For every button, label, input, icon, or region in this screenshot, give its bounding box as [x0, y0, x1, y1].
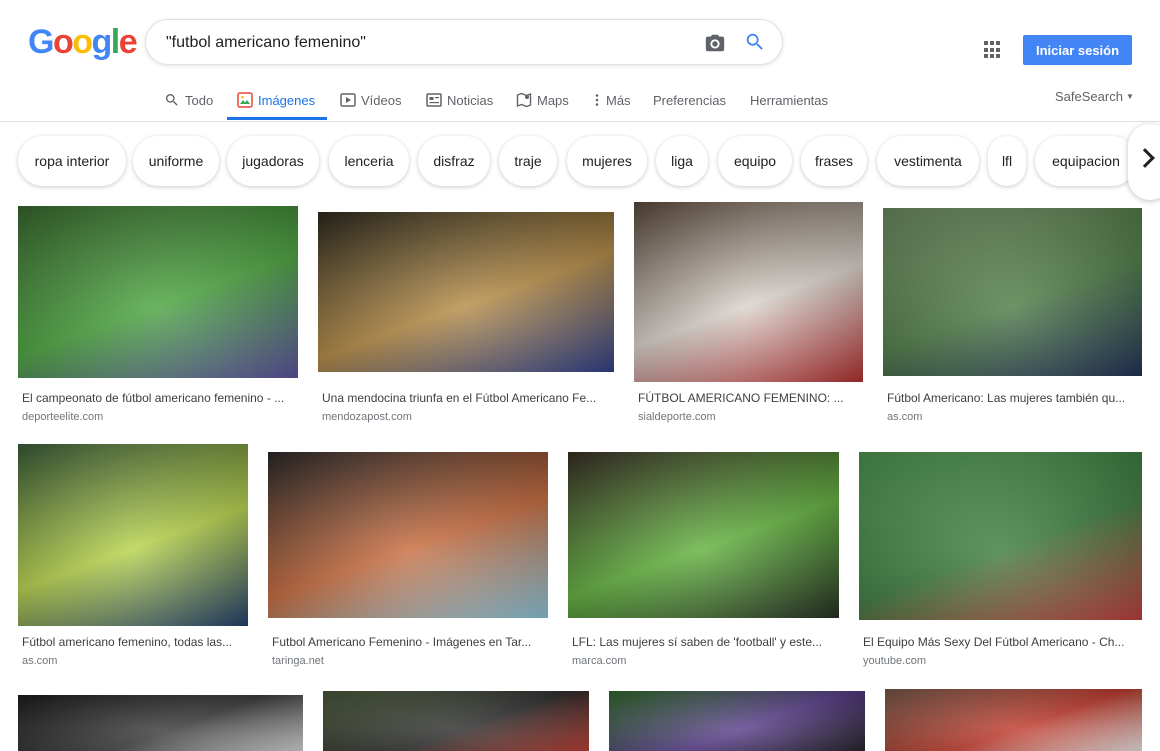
search-icon[interactable]: [744, 31, 766, 53]
logo-letter: g: [91, 23, 113, 61]
chip-uniforme[interactable]: uniforme: [133, 136, 219, 186]
logo-letter: o: [52, 23, 74, 61]
result-domain[interactable]: youtube.com: [863, 654, 926, 668]
chip-disfraz[interactable]: disfraz: [418, 136, 490, 186]
image-shade: [568, 452, 839, 618]
active-tab-indicator: [227, 117, 327, 120]
tab-herramientas[interactable]: Herramientas: [750, 80, 828, 120]
result-image[interactable]: [323, 691, 589, 751]
chip-ropa-interior[interactable]: ropa interior: [18, 136, 126, 186]
chips-next-button[interactable]: [1128, 124, 1160, 200]
result-domain[interactable]: as.com: [22, 654, 57, 668]
image-icon: [237, 92, 253, 108]
chip-liga[interactable]: liga: [656, 136, 708, 186]
result-image[interactable]: [318, 212, 614, 372]
chip-equipo[interactable]: equipo: [718, 136, 792, 186]
result-caption[interactable]: Una mendocina triunfa en el Fútbol Ameri…: [322, 390, 612, 406]
image-shade: [885, 689, 1142, 751]
result-image[interactable]: [18, 444, 248, 626]
signin-button[interactable]: Iniciar sesión: [1023, 35, 1132, 65]
tab-preferencias[interactable]: Preferencias: [653, 80, 726, 120]
image-shade: [634, 202, 863, 382]
result-image[interactable]: [18, 695, 303, 751]
logo-letter: o: [72, 23, 93, 61]
search-box[interactable]: [145, 19, 783, 65]
result-image[interactable]: [568, 452, 839, 618]
chip-lenceria[interactable]: lenceria: [329, 136, 409, 186]
tabs-bar: Todo Imágenes Vídeos Noticias Maps Más P…: [0, 80, 1160, 122]
result-image[interactable]: [883, 208, 1142, 376]
chip-vestimenta[interactable]: vestimenta: [877, 136, 979, 186]
image-shade: [859, 452, 1142, 620]
result-caption[interactable]: Futbol Americano Femenino - Imágenes en …: [272, 634, 546, 650]
image-shade: [323, 691, 589, 751]
result-caption[interactable]: Fútbol Americano: Las mujeres también qu…: [887, 390, 1140, 406]
apps-grid-icon[interactable]: [984, 41, 1002, 59]
result-image[interactable]: [885, 689, 1142, 751]
result-image[interactable]: [634, 202, 863, 382]
result-image[interactable]: [268, 452, 548, 618]
logo-letter: e: [118, 23, 138, 61]
result-domain[interactable]: marca.com: [572, 654, 626, 668]
logo-letter: l: [110, 23, 120, 61]
tab-mas[interactable]: Más: [593, 80, 631, 120]
chip-jugadoras[interactable]: jugadoras: [227, 136, 319, 186]
related-searches-chips: ropa interior uniforme jugadoras lenceria di…: [0, 136, 1160, 188]
result-caption[interactable]: El Equipo Más Sexy Del Fútbol Americano …: [863, 634, 1140, 650]
result-domain[interactable]: mendozapost.com: [322, 410, 412, 424]
image-shade: [18, 695, 303, 751]
tab-todo[interactable]: Todo: [164, 80, 213, 120]
result-domain[interactable]: as.com: [887, 410, 922, 424]
image-shade: [609, 691, 865, 751]
google-logo[interactable]: Google: [28, 22, 138, 62]
header: Google Iniciar sesión Todo Imágenes Víde…: [0, 0, 1160, 122]
result-domain[interactable]: sialdeporte.com: [638, 410, 716, 424]
result-domain[interactable]: taringa.net: [272, 654, 324, 668]
more-vert-icon: [593, 92, 601, 108]
image-shade: [883, 208, 1142, 376]
tab-videos[interactable]: Vídeos: [340, 80, 401, 120]
chip-frases[interactable]: frases: [801, 136, 867, 186]
result-domain[interactable]: deporteelite.com: [22, 410, 103, 424]
result-image[interactable]: [859, 452, 1142, 620]
result-caption[interactable]: LFL: Las mujeres sí saben de 'football' …: [572, 634, 837, 650]
tab-noticias[interactable]: Noticias: [426, 80, 493, 120]
result-caption[interactable]: Fútbol americano femenino, todas las...: [22, 634, 246, 650]
chip-equipacion[interactable]: equipacion: [1035, 136, 1137, 186]
news-icon: [426, 92, 442, 108]
chevron-right-icon: [1135, 148, 1155, 168]
chip-traje[interactable]: traje: [499, 136, 557, 186]
result-image[interactable]: [609, 691, 865, 751]
image-shade: [318, 212, 614, 372]
safesearch-dropdown[interactable]: SafeSearch ▼: [1055, 89, 1134, 104]
caret-down-icon: ▼: [1125, 92, 1134, 101]
logo-letter: G: [28, 23, 54, 61]
image-shade: [18, 444, 248, 626]
tab-maps[interactable]: Maps: [516, 80, 569, 120]
map-icon: [516, 92, 532, 108]
result-caption[interactable]: El campeonato de fútbol americano femeni…: [22, 390, 296, 406]
camera-icon[interactable]: [704, 32, 726, 54]
chip-lfl[interactable]: lfl: [988, 136, 1026, 186]
search-icon: [164, 92, 180, 108]
play-icon: [340, 92, 356, 108]
tab-imagenes[interactable]: Imágenes: [237, 80, 315, 120]
image-shade: [268, 452, 548, 618]
chip-mujeres[interactable]: mujeres: [567, 136, 647, 186]
image-shade: [18, 206, 298, 378]
result-caption[interactable]: FÚTBOL AMERICANO FEMENINO: ...: [638, 390, 861, 406]
search-input[interactable]: [166, 30, 686, 56]
result-image[interactable]: [18, 206, 298, 378]
